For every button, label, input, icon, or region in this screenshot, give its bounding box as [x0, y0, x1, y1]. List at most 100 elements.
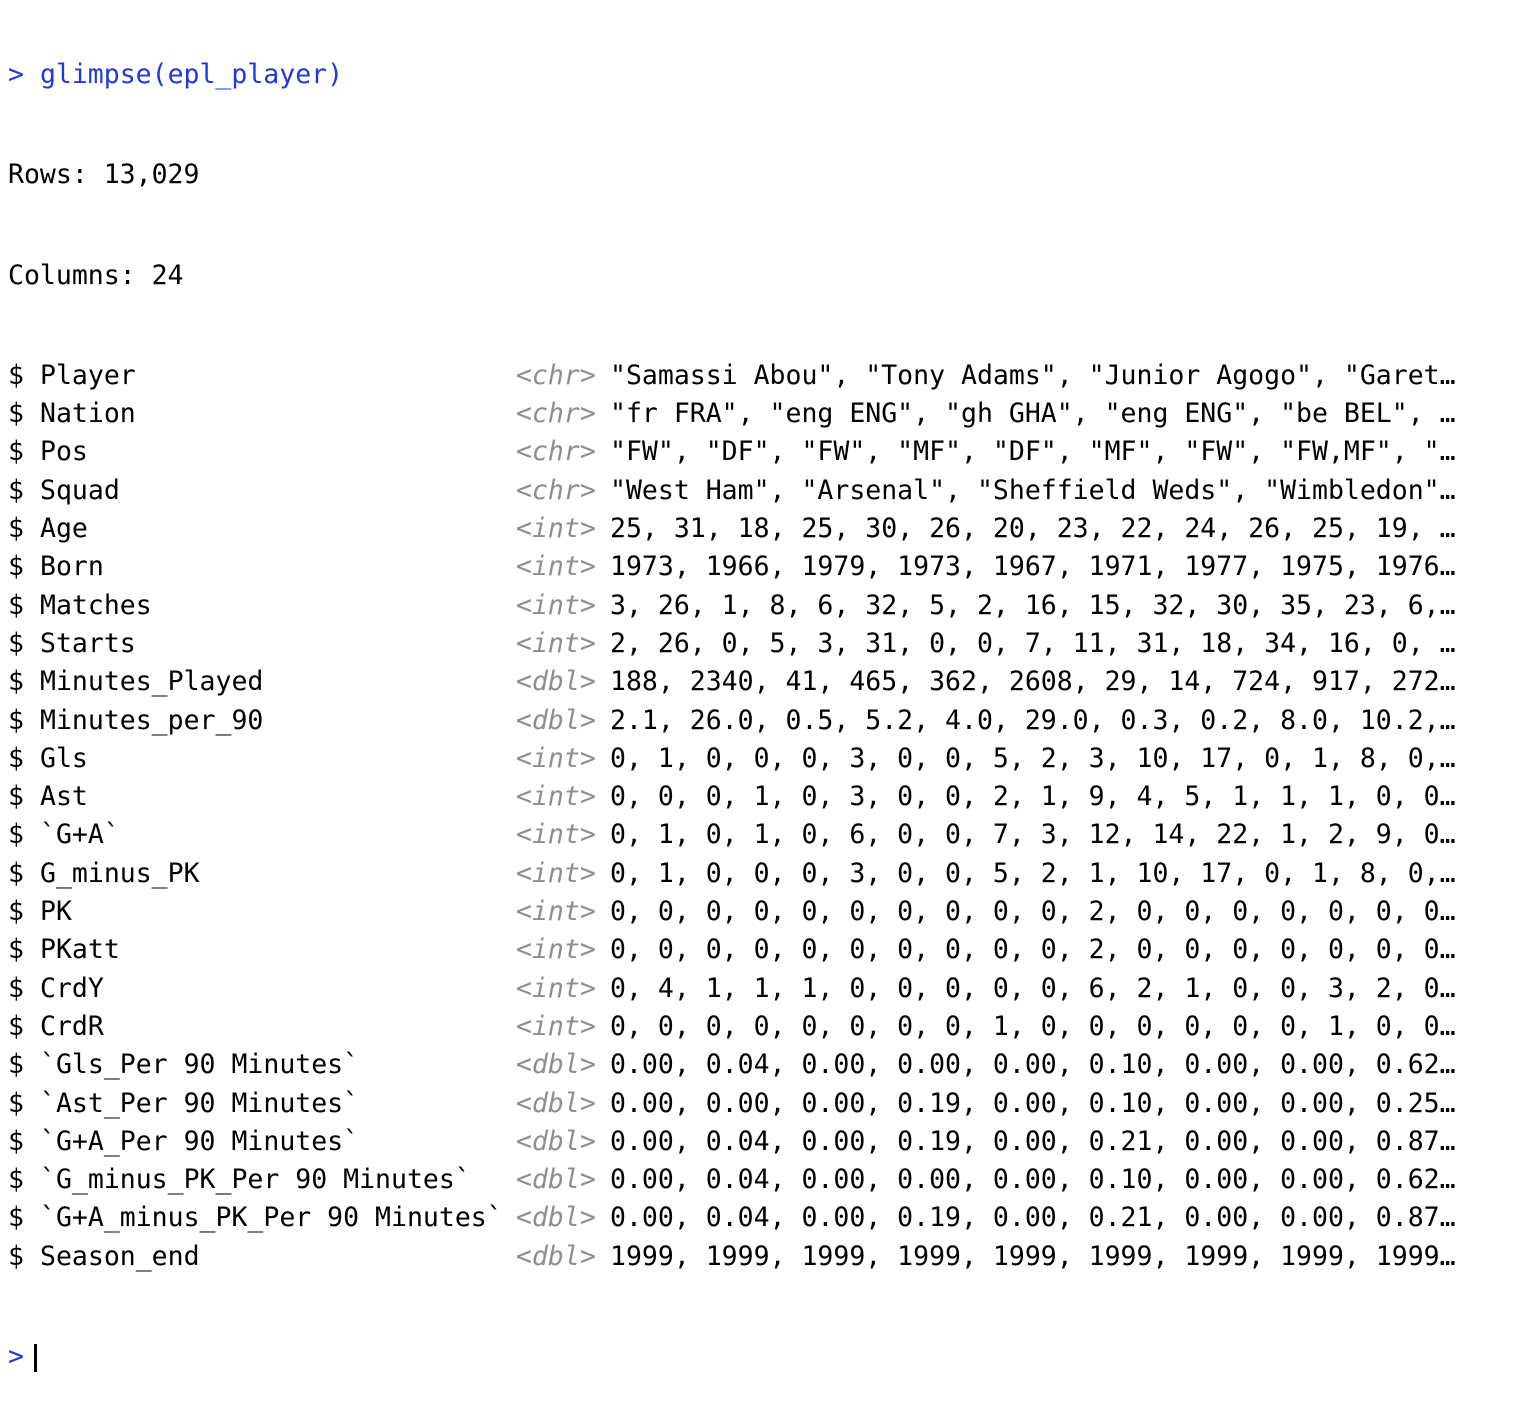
column-type: <int> — [516, 627, 596, 659]
column-values: 188, 2340, 41, 465, 362, 2608, 29, 14, 7… — [610, 666, 1456, 698]
field-prefix: $ — [8, 1010, 24, 1042]
glimpse-row: $ Squad <chr> "West Ham", "Arsenal", "Sheff… — [8, 472, 1518, 510]
field-prefix: $ — [8, 589, 24, 621]
column-values: 0, 1, 0, 1, 0, 6, 0, 0, 7, 3, 12, 14, 22… — [610, 819, 1456, 851]
column-name: Ast — [40, 781, 88, 813]
column-name: PK — [40, 896, 72, 928]
glimpse-row: $ `G+A_minus_PK_Per 90 Minutes` <dbl> 0.00,… — [8, 1199, 1518, 1237]
column-name: PKatt — [40, 934, 120, 966]
column-values: "FW", "DF", "FW", "MF", "DF", "MF", "FW"… — [610, 436, 1456, 468]
input-line[interactable]: > — [8, 1338, 1518, 1376]
rows-count-line: Rows: 13,029 — [8, 159, 200, 191]
field-prefix: $ — [8, 666, 24, 698]
field-prefix: $ — [8, 742, 24, 774]
field-prefix: $ — [8, 857, 24, 889]
column-values: 0.00, 0.04, 0.00, 0.00, 0.00, 0.10, 0.00… — [610, 1164, 1456, 1196]
column-values: 0.00, 0.04, 0.00, 0.00, 0.00, 0.10, 0.00… — [610, 1049, 1456, 1081]
glimpse-row: $ CrdR <int> 0, 0, 0, 0, 0, 0, 0, 0, 1, 0, … — [8, 1008, 1518, 1046]
column-values: 25, 31, 18, 25, 30, 26, 20, 23, 22, 24, … — [610, 513, 1456, 545]
glimpse-row: $ PKatt <int> 0, 0, 0, 0, 0, 0, 0, 0, 0, 0,… — [8, 931, 1518, 969]
glimpse-row: $ G_minus_PK <int> 0, 1, 0, 0, 0, 3, 0, 0, … — [8, 855, 1518, 893]
field-prefix: $ — [8, 1202, 24, 1234]
field-prefix: $ — [8, 436, 24, 468]
column-type: <int> — [516, 896, 596, 928]
glimpse-row: $ Ast <int> 0, 0, 0, 1, 0, 3, 0, 0, 2, 1, 9… — [8, 778, 1518, 816]
column-name: G_minus_PK — [40, 857, 200, 889]
field-prefix: $ — [8, 627, 24, 659]
column-values: 1999, 1999, 1999, 1999, 1999, 1999, 1999… — [610, 1240, 1456, 1272]
field-prefix: $ — [8, 934, 24, 966]
command-line: > glimpse(epl_player) — [8, 56, 1518, 94]
glimpse-row: $ Season_end <dbl> 1999, 1999, 1999, 1999, … — [8, 1238, 1518, 1276]
column-values: 2, 26, 0, 5, 3, 31, 0, 0, 7, 11, 31, 18,… — [610, 627, 1456, 659]
column-values: 0.00, 0.00, 0.00, 0.19, 0.00, 0.10, 0.00… — [610, 1087, 1456, 1119]
column-type: <dbl> — [516, 666, 596, 698]
column-values: 0.00, 0.04, 0.00, 0.19, 0.00, 0.21, 0.00… — [610, 1125, 1456, 1157]
field-prefix: $ — [8, 1125, 24, 1157]
column-name: `G_minus_PK_Per 90 Minutes` — [40, 1164, 471, 1196]
column-name: `Ast_Per 90 Minutes` — [40, 1087, 360, 1119]
column-name: `G+A` — [40, 819, 120, 851]
column-type: <dbl> — [516, 1087, 596, 1119]
column-type: <chr> — [516, 436, 596, 468]
glimpse-row: $ Gls <int> 0, 1, 0, 0, 0, 3, 0, 0, 5, 2, 3… — [8, 740, 1518, 778]
column-name: Squad — [40, 474, 120, 506]
field-prefix: $ — [8, 1049, 24, 1081]
glimpse-row: $ Born <int> 1973, 1966, 1979, 1973, 1967, … — [8, 548, 1518, 586]
column-type: <int> — [516, 857, 596, 889]
field-prefix: $ — [8, 819, 24, 851]
glimpse-row: $ Minutes_Played <dbl> 188, 2340, 41, 465, … — [8, 663, 1518, 701]
field-prefix: $ — [8, 551, 24, 583]
glimpse-row: $ `G+A` <int> 0, 1, 0, 1, 0, 6, 0, 0, 7, 3,… — [8, 816, 1518, 854]
column-values: 0, 4, 1, 1, 1, 0, 0, 0, 0, 0, 6, 2, 1, 0… — [610, 972, 1456, 1004]
glimpse-row: $ Minutes_per_90 <dbl> 2.1, 26.0, 0.5, 5.2,… — [8, 702, 1518, 740]
command-prompt: > — [8, 59, 24, 90]
column-values: 2.1, 26.0, 0.5, 5.2, 4.0, 29.0, 0.3, 0.2… — [610, 704, 1456, 736]
glimpse-row: $ `G_minus_PK_Per 90 Minutes` <dbl> 0.00, 0… — [8, 1161, 1518, 1199]
column-values: 0, 0, 0, 0, 0, 0, 0, 0, 1, 0, 0, 0, 0, 0… — [610, 1010, 1456, 1042]
r-console-output[interactable]: > glimpse(epl_player) Rows: 13,029 Colum… — [8, 0, 1518, 1407]
column-name: Minutes_per_90 — [40, 704, 264, 736]
column-values: 0.00, 0.04, 0.00, 0.19, 0.00, 0.21, 0.00… — [610, 1202, 1456, 1234]
column-name: Pos — [40, 436, 88, 468]
column-values: "West Ham", "Arsenal", "Sheffield Weds",… — [610, 474, 1456, 506]
column-values: "fr FRA", "eng ENG", "gh GHA", "eng ENG"… — [610, 398, 1456, 430]
glimpse-row: $ Matches <int> 3, 26, 1, 8, 6, 32, 5, 2, 1… — [8, 587, 1518, 625]
field-prefix: $ — [8, 972, 24, 1004]
field-prefix: $ — [8, 474, 24, 506]
column-values: 0, 0, 0, 0, 0, 0, 0, 0, 0, 0, 2, 0, 0, 0… — [610, 934, 1456, 966]
column-values: 0, 0, 0, 0, 0, 0, 0, 0, 0, 0, 2, 0, 0, 0… — [610, 896, 1456, 928]
glimpse-row: $ CrdY <int> 0, 4, 1, 1, 1, 0, 0, 0, 0, 0, … — [8, 970, 1518, 1008]
column-type: <int> — [516, 742, 596, 774]
column-type: <int> — [516, 513, 596, 545]
column-name: Nation — [40, 398, 136, 430]
column-name: CrdY — [40, 972, 104, 1004]
field-prefix: $ — [8, 1164, 24, 1196]
columns-count-line: Columns: 24 — [8, 259, 184, 291]
column-values: 3, 26, 1, 8, 6, 32, 5, 2, 16, 15, 32, 30… — [610, 589, 1456, 621]
glimpse-row: $ Starts <int> 2, 26, 0, 5, 3, 31, 0, 0, 7,… — [8, 625, 1518, 663]
glimpse-row: $ Pos <chr> "FW", "DF", "FW", "MF", "DF", "… — [8, 433, 1518, 471]
column-name: Born — [40, 551, 104, 583]
glimpse-row: $ `Ast_Per 90 Minutes` <dbl> 0.00, 0.00, 0.… — [8, 1085, 1518, 1123]
glimpse-row: $ `G+A_Per 90 Minutes` <dbl> 0.00, 0.04, 0.… — [8, 1123, 1518, 1161]
column-type: <dbl> — [516, 1202, 596, 1234]
field-prefix: $ — [8, 781, 24, 813]
field-prefix: $ — [8, 896, 24, 928]
column-name: Season_end — [40, 1240, 200, 1272]
column-name: Starts — [40, 627, 136, 659]
column-type: <chr> — [516, 474, 596, 506]
column-type: <int> — [516, 972, 596, 1004]
field-prefix: $ — [8, 1087, 24, 1119]
column-type: <int> — [516, 934, 596, 966]
column-values: 0, 1, 0, 0, 0, 3, 0, 0, 5, 2, 3, 10, 17,… — [610, 742, 1456, 774]
column-type: <dbl> — [516, 1125, 596, 1157]
field-prefix: $ — [8, 1240, 24, 1272]
column-values: 0, 0, 0, 1, 0, 3, 0, 0, 2, 1, 9, 4, 5, 1… — [610, 781, 1456, 813]
glimpse-row: $ Player <chr> "Samassi Abou", "Tony Adams"… — [8, 357, 1518, 395]
column-values: "Samassi Abou", "Tony Adams", "Junior Ag… — [610, 359, 1456, 391]
column-name: `G+A_minus_PK_Per 90 Minutes` — [40, 1202, 503, 1234]
column-values: 1973, 1966, 1979, 1973, 1967, 1971, 1977… — [610, 551, 1456, 583]
column-type: <chr> — [516, 398, 596, 430]
command-text: glimpse(epl_player) — [39, 59, 344, 90]
